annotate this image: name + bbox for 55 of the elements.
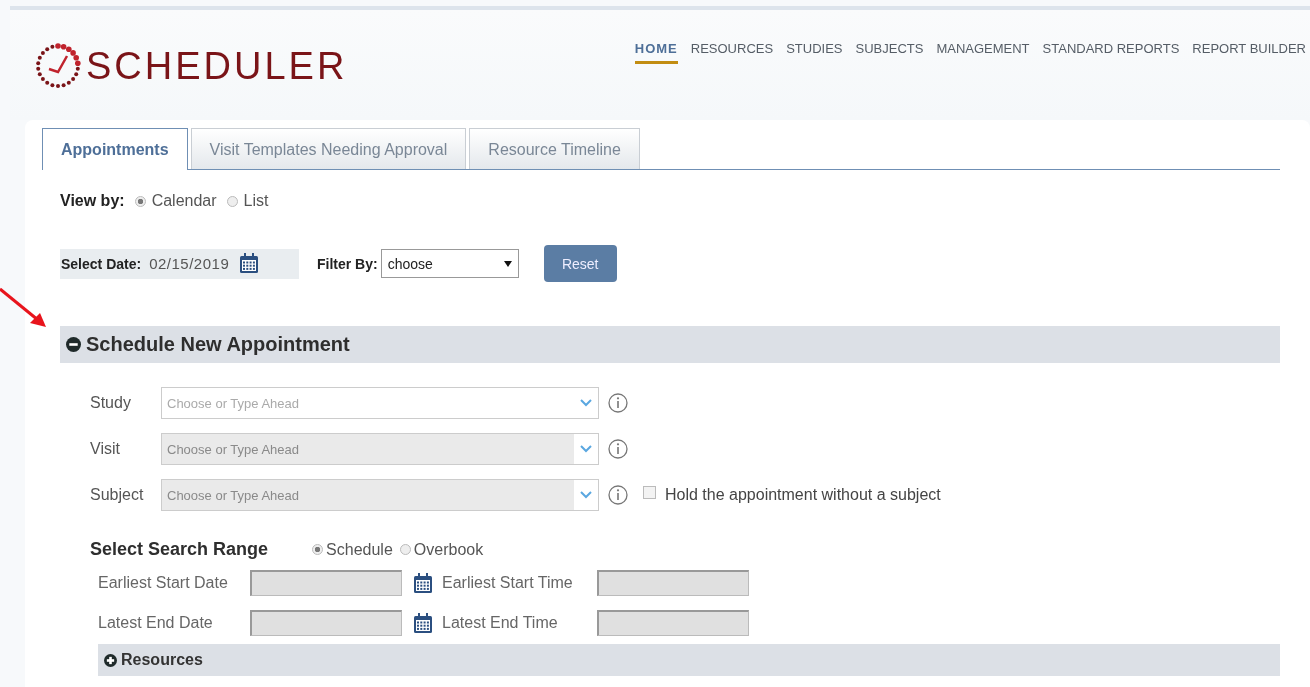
search-range-title: Select Search Range	[90, 539, 269, 560]
tab[interactable]: Visit Templates Needing Approval	[190, 128, 467, 169]
calendar-icon	[413, 572, 433, 594]
nav-link[interactable]: REPORT BUILDER	[1192, 41, 1306, 64]
filter-dropdown[interactable]: choose	[380, 249, 519, 278]
calendar-icon	[413, 612, 433, 634]
reset-button[interactable]: Reset	[543, 245, 617, 282]
info-icon	[608, 439, 628, 459]
dropdown-arrow-icon	[503, 260, 512, 267]
time-field[interactable]	[597, 610, 749, 636]
radio-label: Overbook	[413, 540, 484, 559]
nav-link[interactable]: RESOURCES	[690, 41, 774, 64]
radio-label: Calendar	[151, 192, 217, 210]
radio-label: Schedule	[326, 540, 393, 559]
info-icon	[608, 393, 628, 413]
tab[interactable]: Appointments	[42, 128, 188, 170]
nav-link[interactable]: SUBJECTS	[855, 41, 924, 64]
field-label: Latest End Date	[98, 614, 214, 632]
chevron-down-icon	[580, 399, 592, 407]
field-label: Earliest Start Time	[442, 574, 574, 592]
field-label: Study	[90, 394, 132, 412]
time-field[interactable]	[597, 570, 749, 596]
chevron-down-icon	[580, 445, 592, 453]
radio-button[interactable]	[399, 544, 411, 555]
radio-button[interactable]	[312, 544, 324, 555]
arrow	[0, 287, 48, 329]
subsection-title: Resources	[121, 651, 203, 669]
field-label: Earliest Start Date	[98, 574, 229, 592]
chevron-down-icon	[580, 491, 592, 499]
select-date-label: Select Date:	[61, 255, 142, 272]
radio-button[interactable]	[134, 195, 146, 207]
nav-link[interactable]: STANDARD REPORTS	[1042, 41, 1180, 64]
tab[interactable]: Resource Timeline	[469, 128, 640, 169]
date-value: 02/15/2019	[149, 255, 230, 272]
radio-label: List	[243, 192, 269, 210]
checkbox-label: Hold the appointment without a subject	[665, 486, 941, 504]
section-title: Schedule New Appointment	[86, 333, 350, 356]
nav-link[interactable]: STUDIES	[786, 41, 843, 64]
section-header[interactable]: Schedule New Appointment	[60, 326, 1280, 363]
view-by-label: View by:	[60, 192, 125, 210]
date-field[interactable]	[250, 610, 402, 636]
field-label: Subject	[90, 486, 145, 504]
date-field[interactable]	[250, 570, 402, 596]
calendar-icon	[239, 253, 260, 274]
clock-logo-icon	[34, 42, 82, 90]
filter-by-label: Filter By:	[317, 255, 378, 272]
radio-button[interactable]	[226, 195, 238, 207]
info-icon	[608, 485, 628, 505]
field-label: Visit	[90, 440, 121, 458]
field-label: Latest End Time	[442, 614, 559, 632]
subsection-header[interactable]: Resources	[98, 644, 1280, 676]
nav-link[interactable]: HOME	[634, 41, 678, 64]
date-picker[interactable]: Select Date: 02/15/2019	[60, 248, 299, 279]
nav-link[interactable]: MANAGEMENT	[936, 41, 1030, 64]
logo-text: SCHEDULER	[86, 44, 348, 88]
